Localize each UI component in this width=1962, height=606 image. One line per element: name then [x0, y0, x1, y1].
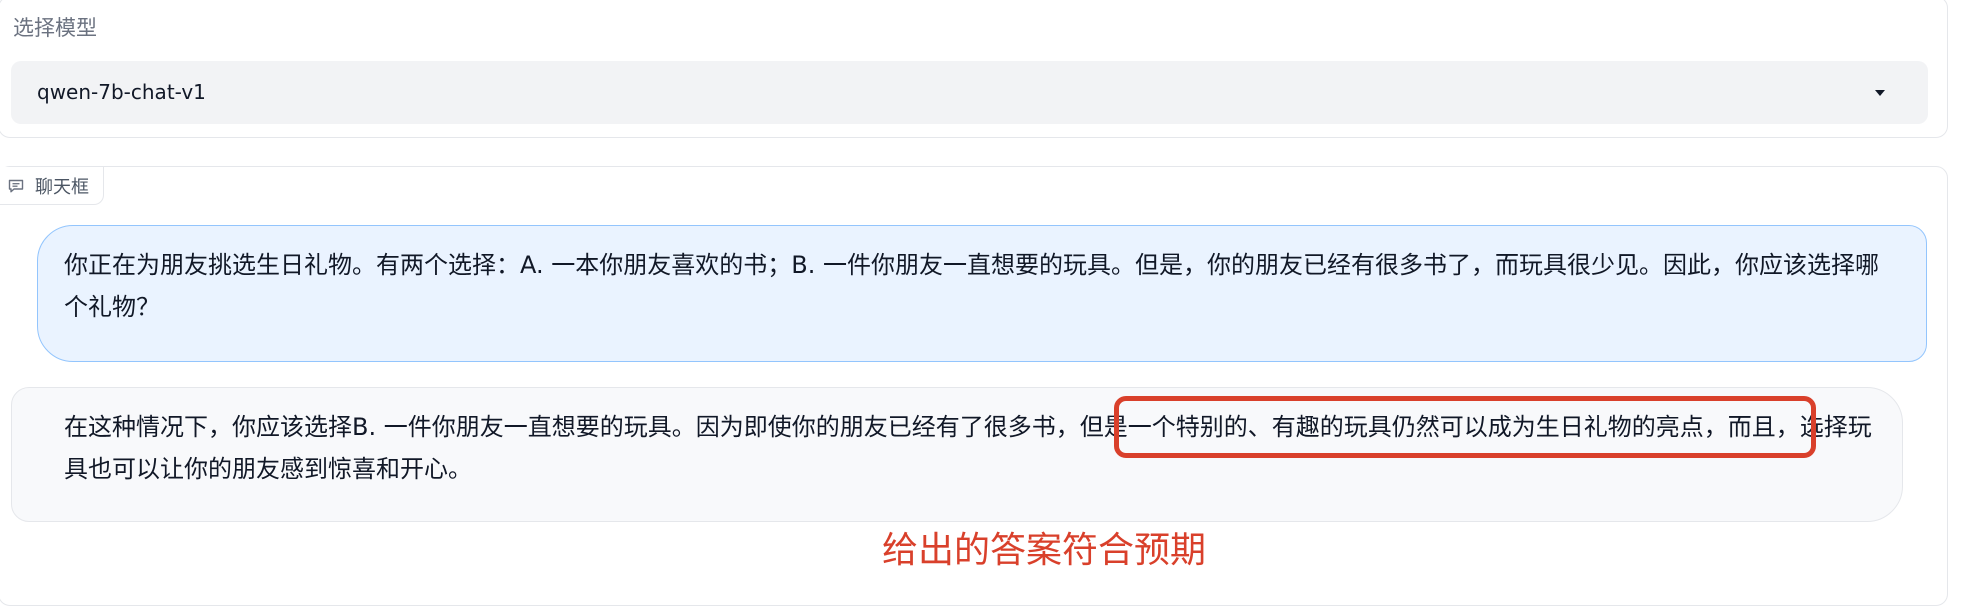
assistant-message-bubble: 在这种情况下，你应该选择B. 一件你朋友一直想要的玩具。因为即使你的朋友已经有了…: [11, 387, 1903, 522]
model-select-dropdown[interactable]: qwen-7b-chat-v1: [11, 61, 1928, 124]
model-selector-panel: 选择模型 qwen-7b-chat-v1: [0, 0, 1948, 138]
chat-bubble-icon: [8, 179, 24, 192]
chat-panel-tag: 聊天框: [0, 167, 104, 205]
chevron-down-icon: [1875, 90, 1885, 96]
model-selector-label: 选择模型: [13, 16, 97, 40]
chat-panel-label: 聊天框: [35, 176, 89, 198]
user-message-bubble: 你正在为朋友挑选生日礼物。有两个选择：A. 一本你朋友喜欢的书；B. 一件你朋友…: [37, 225, 1927, 362]
model-select-value: qwen-7b-chat-v1: [37, 80, 206, 104]
annotation-text: 给出的答案符合预期: [882, 530, 1207, 571]
